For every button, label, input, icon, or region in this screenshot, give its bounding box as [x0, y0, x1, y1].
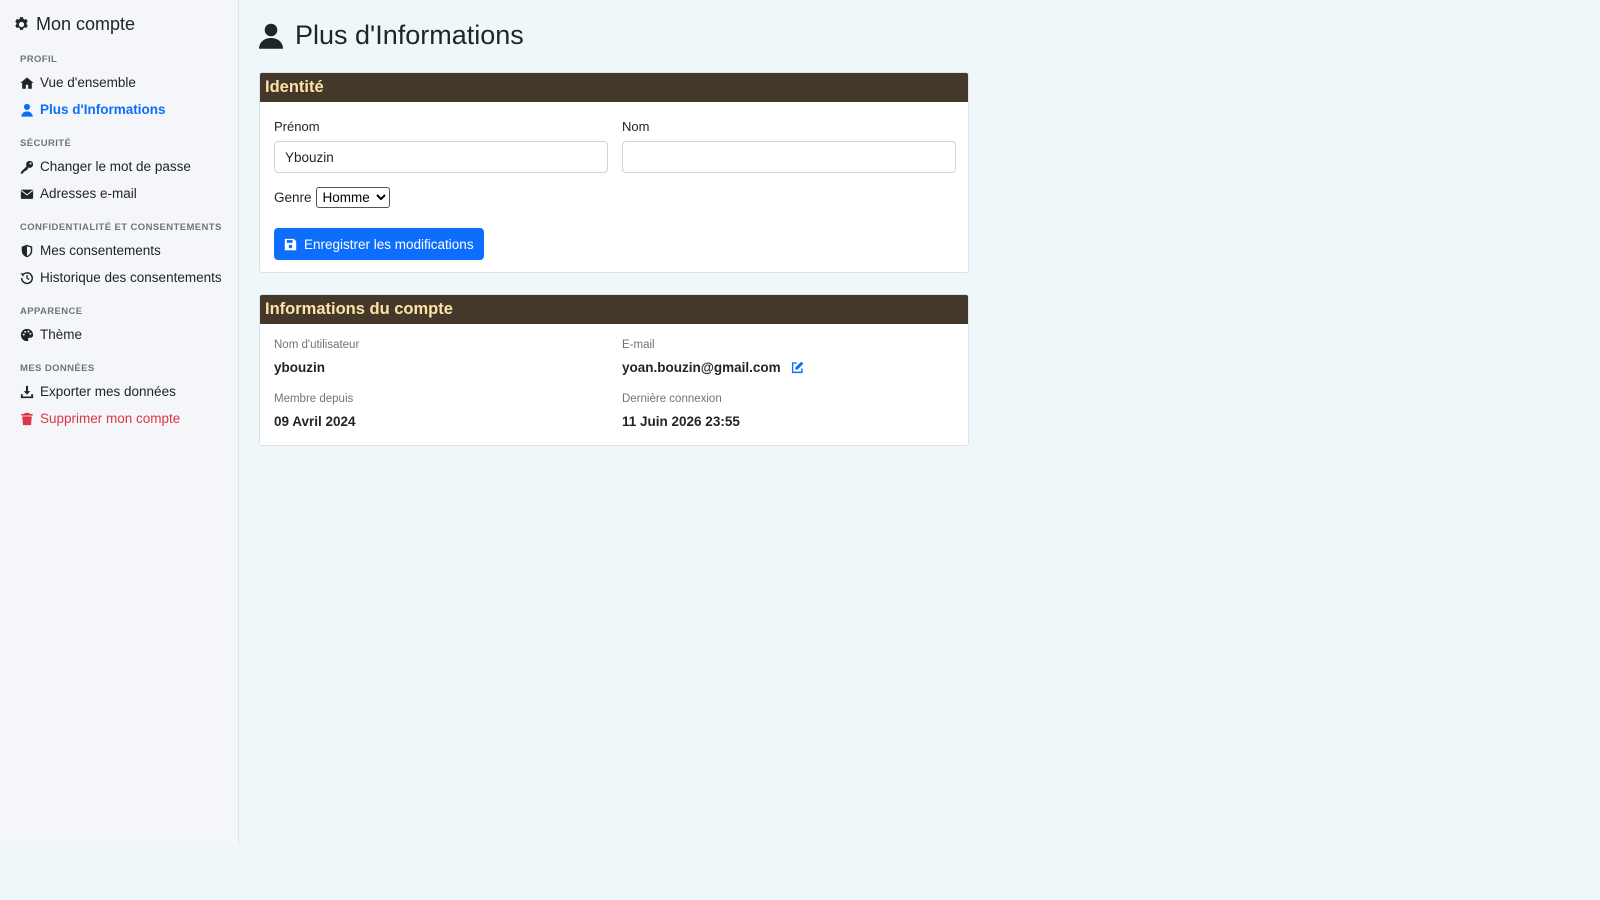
section-label-confidentialite: CONFIDENTIALITÉ ET CONSENTEMENTS: [20, 222, 222, 233]
save-button-label: Enregistrer les modifications: [304, 236, 474, 252]
member-since-value: 09 Avril 2024: [274, 414, 356, 429]
edit-icon[interactable]: [791, 361, 804, 374]
section-label-apparence: APPARENCE: [20, 306, 83, 317]
user-icon: [21, 103, 33, 117]
sidebar-item-label: Historique des consentements: [40, 270, 222, 285]
sidebar-item-emails[interactable]: Adresses e-mail: [20, 186, 137, 201]
trash-icon: [21, 412, 33, 425]
username-value: ybouzin: [274, 360, 325, 375]
history-icon: [20, 271, 33, 284]
last-login-label: Dernière connexion: [622, 393, 722, 405]
member-since-text: 09 Avril 2024: [274, 414, 356, 429]
key-icon: [20, 160, 34, 174]
download-icon: [20, 385, 34, 398]
sidebar-title-text: Mon compte: [36, 14, 136, 34]
section-label-securite: SÉCURITÉ: [20, 138, 72, 149]
page-title-text: Plus d'Informations: [295, 20, 524, 50]
sidebar-item-label: Plus d'Informations: [40, 102, 166, 117]
username-label: Nom d'utilisateur: [274, 339, 360, 351]
email-text: yoan.bouzin@gmail.com: [622, 360, 781, 375]
last-login-text: 11 Juin 2026 23:55: [622, 414, 740, 429]
sidebar-item-export[interactable]: Exporter mes données: [20, 384, 176, 399]
floppy-disk-icon: [284, 238, 297, 250]
sidebar-item-theme[interactable]: Thème: [20, 327, 82, 342]
email-label: E-mail: [622, 339, 655, 351]
sidebar-item-label: Changer le mot de passe: [40, 159, 191, 174]
palette-icon: [20, 328, 34, 341]
last-name-label: Nom: [622, 119, 650, 134]
genre-select[interactable]: Homme: [315, 187, 390, 208]
username-text: ybouzin: [274, 360, 325, 375]
home-icon: [20, 76, 34, 89]
sidebar-item-consent-history[interactable]: Historique des consentements: [20, 270, 222, 285]
envelope-icon: [20, 189, 34, 199]
sidebar-item-consents[interactable]: Mes consentements: [20, 243, 161, 258]
genre-label: Genre: [274, 190, 312, 205]
account-info-card: Informations du compte Nom d'utilisateur…: [259, 294, 969, 446]
sidebar-title: Mon compte: [13, 14, 135, 35]
sidebar-item-label: Supprimer mon compte: [40, 411, 181, 426]
member-since-label: Membre depuis: [274, 393, 354, 405]
sidebar-item-delete-account[interactable]: Supprimer mon compte: [20, 411, 180, 426]
sidebar-item-label: Adresses e-mail: [40, 186, 137, 201]
sidebar-item-overview[interactable]: Vue d'ensemble: [20, 75, 136, 90]
sidebar-item-change-password[interactable]: Changer le mot de passe: [20, 159, 191, 174]
first-name-label: Prénom: [274, 119, 320, 134]
identity-card-header: Identité: [260, 73, 968, 102]
shield-icon: [21, 244, 33, 257]
section-label-donnees: MES DONNÉES: [20, 363, 95, 374]
sidebar-item-label: Thème: [40, 327, 83, 342]
page-title: Plus d'Informations: [259, 20, 524, 51]
last-login-value: 11 Juin 2026 23:55: [622, 414, 740, 429]
sidebar-item-label: Vue d'ensemble: [40, 75, 136, 90]
first-name-input[interactable]: [274, 141, 608, 173]
account-info-card-header: Informations du compte: [260, 295, 968, 324]
last-name-input[interactable]: [622, 141, 956, 173]
email-value: yoan.bouzin@gmail.com: [622, 360, 804, 375]
sidebar-item-label: Mes consentements: [40, 243, 161, 258]
sidebar-item-more-info[interactable]: Plus d'Informations: [20, 102, 165, 117]
genre-row: Genre Homme: [274, 187, 390, 208]
identity-card: Identité Prénom Nom Genre Homme Enregist…: [259, 72, 969, 273]
sidebar: Mon compte PROFIL Vue d'ensemble Plus d'…: [0, 0, 239, 845]
save-button[interactable]: Enregistrer les modifications: [274, 228, 484, 260]
gear-icon: [15, 17, 28, 30]
sidebar-item-label: Exporter mes données: [40, 384, 176, 399]
user-icon: [259, 23, 283, 49]
section-label-profil: PROFIL: [20, 54, 58, 65]
